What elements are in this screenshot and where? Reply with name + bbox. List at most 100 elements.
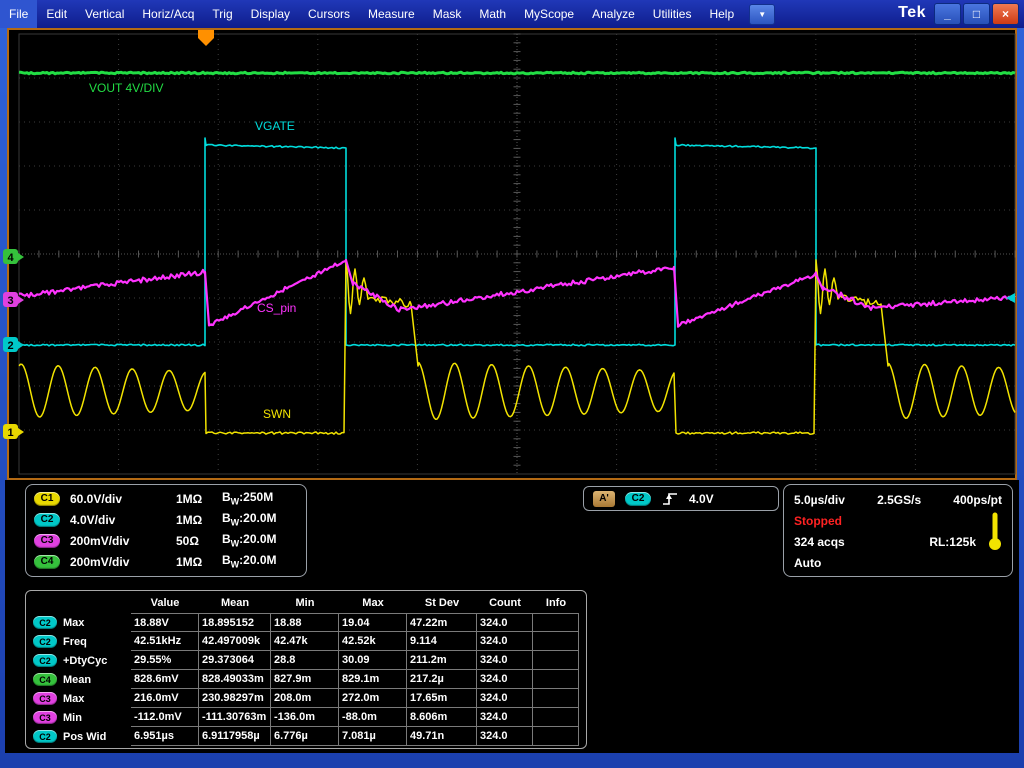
measurement-stdev-cell: 211.2m: [407, 651, 477, 670]
menu-overflow-button[interactable]: ▼: [749, 4, 775, 25]
measurement-name-cell: C2 Pos Wid: [29, 727, 131, 746]
measurement-header-blank: [29, 593, 131, 613]
measurement-name: Freq: [63, 636, 87, 648]
measurement-mean-cell: 828.49033m: [199, 670, 271, 689]
measurement-min-cell: 18.88: [271, 613, 339, 632]
trace-label-cs_pin: CS_pin: [257, 301, 296, 315]
menu-items: FileEditVerticalHoriz/AcqTrigDisplayCurs…: [0, 0, 743, 28]
graticule-grid: VOUT 4V/DIVVGATECS_pinSWN4321: [3, 30, 1015, 474]
channel-marker-1[interactable]: 1: [3, 424, 24, 439]
measurement-count-cell: 324.0: [477, 708, 533, 727]
minimize-icon: _: [944, 8, 951, 20]
measurement-min-cell: 42.47k: [271, 632, 339, 651]
measurement-header-mean: Mean: [199, 593, 271, 613]
channel-impedance[interactable]: 50Ω: [176, 534, 222, 548]
measurement-header-max: Max: [339, 593, 407, 613]
measurement-min-cell: 208.0m: [271, 689, 339, 708]
menu-item-math[interactable]: Math: [470, 0, 515, 28]
channel-badge-trigger-source[interactable]: C2: [625, 492, 651, 506]
svg-text:3: 3: [7, 295, 13, 307]
channel-badge-C2: C2: [33, 616, 57, 629]
channel-bandwidth[interactable]: BW:20.0M: [222, 532, 298, 548]
trigger-a-badge[interactable]: A': [593, 491, 615, 507]
measurement-row: C2Max18.88V18.89515218.8819.0447.22m324.…: [29, 613, 583, 632]
measurement-mean-cell: 29.373064: [199, 651, 271, 670]
menu-item-edit[interactable]: Edit: [37, 0, 76, 28]
measurement-name: Pos Wid: [63, 731, 106, 743]
measurement-info-cell: [533, 651, 579, 670]
measurement-header-value: Value: [131, 593, 199, 613]
channel-scale[interactable]: 200mV/div: [70, 534, 176, 548]
trigger-position-marker[interactable]: [198, 30, 214, 46]
measurement-name-cell: C2+DtyCyc: [29, 651, 131, 670]
measurement-mean-cell: 42.497009k: [199, 632, 271, 651]
readout-area: C160.0V/div1MΩBW:250MC24.0V/div1MΩBW:20.…: [5, 480, 1019, 753]
channel-marker-2[interactable]: 2: [3, 337, 24, 352]
menu-item-trig[interactable]: Trig: [203, 0, 241, 28]
measurement-mean-cell: 230.98297m: [199, 689, 271, 708]
measurement-value-cell: -112.0mV: [131, 708, 199, 727]
measurement-count-cell: 324.0: [477, 613, 533, 632]
trigger-level-value[interactable]: 4.0V: [689, 492, 714, 506]
channel-impedance[interactable]: 1MΩ: [176, 555, 222, 569]
record-length: RL:125k: [929, 535, 976, 549]
measurement-row: C2Pos Wid6.951µs6.9117958µ6.776µ7.081µ49…: [29, 727, 583, 746]
channel-badge-C1: C1: [34, 492, 60, 506]
menu-item-utilities[interactable]: Utilities: [644, 0, 701, 28]
restore-button[interactable]: □: [963, 3, 990, 25]
measurement-name-cell: C2 Max: [29, 613, 131, 632]
trigger-level-marker[interactable]: [1006, 293, 1015, 303]
graticule: VOUT 4V/DIVVGATECS_pinSWN4321: [9, 30, 1015, 478]
timebase-panel: 5.0µs/div 2.5GS/s 400ps/pt Stopped 324 a…: [783, 484, 1013, 577]
channel-scale[interactable]: 60.0V/div: [70, 492, 176, 506]
channel-badge-C4: C4: [33, 673, 57, 686]
measurement-name: Max: [63, 617, 84, 629]
svg-text:1: 1: [7, 427, 13, 439]
measurement-count-cell: 324.0: [477, 632, 533, 651]
close-button[interactable]: ×: [992, 3, 1019, 25]
channel-badge-C2: C2: [33, 730, 57, 743]
menu-item-file[interactable]: File: [0, 0, 37, 28]
rising-edge-icon: [661, 491, 679, 507]
menu-item-mask[interactable]: Mask: [424, 0, 471, 28]
measurement-header-info: Info: [533, 593, 579, 613]
menu-item-help[interactable]: Help: [700, 0, 743, 28]
minimize-button[interactable]: _: [934, 3, 961, 25]
channel-marker-4[interactable]: 4: [3, 249, 24, 264]
channel-settings-row: C1 60.0V/div1MΩBW:250M: [34, 488, 298, 509]
channel-impedance[interactable]: 1MΩ: [176, 513, 222, 527]
menu-item-measure[interactable]: Measure: [359, 0, 424, 28]
menu-item-analyze[interactable]: Analyze: [583, 0, 644, 28]
waveform-display: VOUT 4V/DIVVGATECS_pinSWN4321: [7, 28, 1017, 480]
timebase-scale[interactable]: 5.0µs/div: [794, 493, 845, 507]
measurement-max-cell: 272.0m: [339, 689, 407, 708]
channel-badge-C4: C4: [34, 555, 60, 569]
menu-item-myscope[interactable]: MyScope: [515, 0, 583, 28]
menu-item-display[interactable]: Display: [242, 0, 299, 28]
channel-bandwidth[interactable]: BW:250M: [222, 490, 298, 506]
measurement-min-cell: 6.776µ: [271, 727, 339, 746]
acquisition-status: Stopped: [794, 514, 842, 528]
channel-badge-C2: C2: [33, 635, 57, 648]
sample-resolution: 400ps/pt: [953, 493, 1002, 507]
menu-item-horiz-acq[interactable]: Horiz/Acq: [133, 0, 203, 28]
measurement-header-min: Min: [271, 593, 339, 613]
measurement-stdev-cell: 8.606m: [407, 708, 477, 727]
channel-bandwidth[interactable]: BW:20.0M: [222, 511, 298, 527]
channel-scale[interactable]: 200mV/div: [70, 555, 176, 569]
channel-bandwidth[interactable]: BW:20.0M: [222, 553, 298, 569]
measurement-table: ValueMeanMinMaxSt DevCountInfoC2Max18.88…: [25, 590, 587, 749]
trace-label-vgate: VGATE: [255, 119, 295, 133]
measurement-count-cell: 324.0: [477, 651, 533, 670]
channel-scale[interactable]: 4.0V/div: [70, 513, 176, 527]
channel-badge-C2: C2: [33, 654, 57, 667]
channel-badge-C2: C2: [34, 513, 60, 527]
menu-item-vertical[interactable]: Vertical: [76, 0, 133, 28]
menu-item-cursors[interactable]: Cursors: [299, 0, 359, 28]
measurement-mean-cell: -111.30763m: [199, 708, 271, 727]
window-controls: _ □ ×: [934, 3, 1019, 25]
measurement-value-cell: 216.0mV: [131, 689, 199, 708]
channel-impedance[interactable]: 1MΩ: [176, 492, 222, 506]
measurement-name-cell: C4Mean: [29, 670, 131, 689]
trigger-mode[interactable]: Auto: [794, 556, 821, 570]
